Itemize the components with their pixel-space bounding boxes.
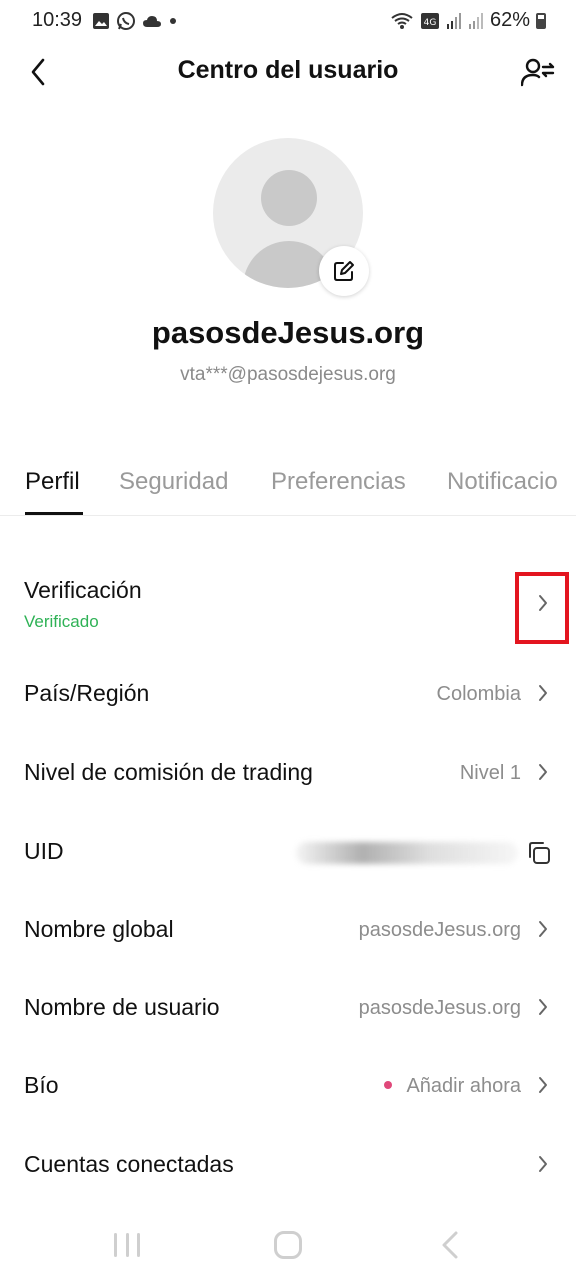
signal-2-icon (468, 12, 483, 29)
profile-tabs: Perfil Seguridad Preferencias Notificaci… (0, 462, 576, 516)
edit-avatar-button[interactable] (319, 246, 369, 296)
copy-icon (529, 842, 550, 864)
system-icons: 4G 62% (390, 9, 546, 32)
chevron-right-icon (536, 1075, 550, 1095)
connected-accounts-row[interactable]: Cuentas conectadas (0, 1143, 576, 1187)
battery-icon (536, 12, 546, 29)
status-time: 10:39 (32, 9, 83, 31)
user-switch-icon (521, 58, 555, 87)
fee-level-label: Nivel de comisión de trading (24, 759, 313, 785)
global-name-value: pasosdeJesus.org (358, 919, 521, 941)
tab-perfil[interactable]: Perfil (25, 468, 80, 496)
chevron-right-icon (536, 997, 550, 1017)
notification-icons (92, 11, 178, 31)
svg-text:4G: 4G (424, 18, 437, 28)
username-value: pasosdeJesus.org (358, 997, 521, 1019)
username-label: Nombre de usuario (24, 994, 220, 1020)
active-tab-indicator (25, 512, 83, 515)
cloud-icon (143, 16, 161, 27)
system-nav-bar (0, 1210, 576, 1280)
highlight-box (515, 572, 569, 644)
chevron-right-icon (536, 919, 550, 939)
volte-icon: 4G (420, 12, 439, 29)
signal-icon (446, 12, 461, 29)
battery-percent: 62% (489, 9, 530, 31)
chevron-right-icon (536, 762, 550, 782)
country-label: País/Región (24, 680, 150, 706)
chevron-right-icon (536, 1154, 550, 1174)
profile-name: pasosdeJesus.org (151, 315, 425, 350)
unread-dot-icon (384, 1080, 393, 1089)
tab-seguridad[interactable]: Seguridad (119, 468, 228, 496)
tab-preferencias[interactable]: Preferencias (271, 468, 406, 496)
chevron-left-icon (442, 1231, 458, 1259)
bio-value-wrap: Añadir ahora (384, 1075, 521, 1098)
whatsapp-icon (117, 12, 135, 30)
system-back-button[interactable] (438, 1230, 462, 1260)
gallery-icon (93, 13, 109, 29)
verification-row[interactable]: Verificación Verificado (0, 570, 576, 646)
top-bar: Centro del usuario (0, 44, 576, 100)
home-button[interactable] (274, 1231, 302, 1259)
profile-email: vta***@pasosdejesus.org (180, 364, 396, 385)
uid-label: UID (24, 838, 64, 864)
global-name-label: Nombre global (24, 916, 174, 942)
global-name-row[interactable]: Nombre global pasosdeJesus.org (0, 908, 576, 952)
verification-label: Verificación (24, 577, 142, 603)
fee-level-value: Nivel 1 (459, 762, 521, 784)
avatar-head-shape (261, 170, 317, 226)
username-row[interactable]: Nombre de usuario pasosdeJesus.org (0, 986, 576, 1030)
edit-icon (334, 261, 354, 281)
bio-value: Añadir ahora (406, 1075, 521, 1097)
chevron-right-icon (536, 683, 550, 703)
bio-row[interactable]: Bío Añadir ahora (0, 1064, 576, 1108)
verification-status: Verificado (24, 612, 99, 631)
recents-button[interactable] (114, 1233, 140, 1257)
wifi-icon (391, 12, 413, 29)
uid-value-redacted (296, 842, 518, 864)
country-value: Colombia (436, 683, 521, 705)
copy-uid-button[interactable] (526, 840, 552, 866)
dot-icon (170, 18, 176, 24)
switch-account-button[interactable] (518, 52, 558, 92)
fee-level-row[interactable]: Nivel de comisión de trading Nivel 1 (0, 751, 576, 795)
page-title: Centro del usuario (177, 56, 399, 84)
status-bar: 10:39 4G 62% (0, 0, 576, 44)
connected-accounts-label: Cuentas conectadas (24, 1151, 234, 1177)
bio-label: Bío (24, 1072, 59, 1098)
country-row[interactable]: País/Región Colombia (0, 672, 576, 716)
tab-notificaciones[interactable]: Notificacio (447, 468, 558, 496)
